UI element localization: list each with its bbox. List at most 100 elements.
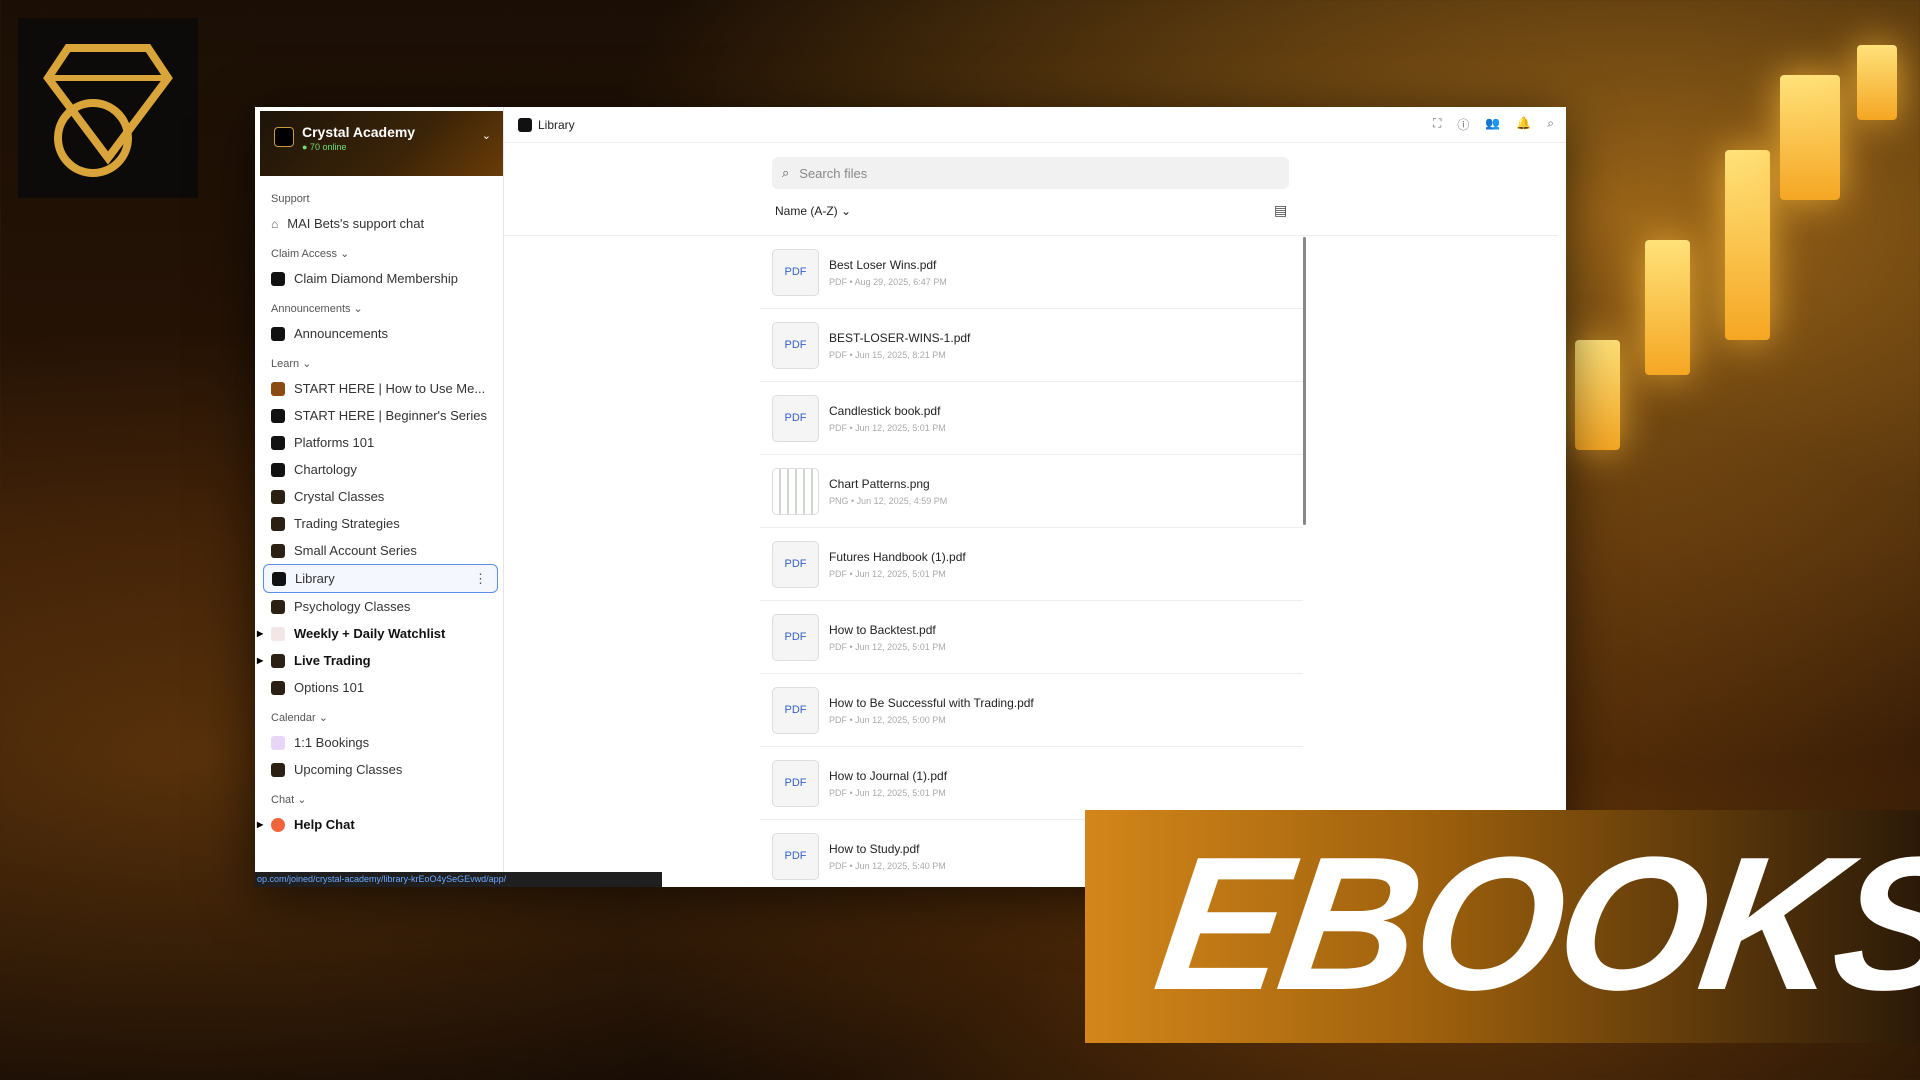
- diamond-icon: [271, 271, 285, 286]
- file-row[interactable]: PDF How to Backtest.pdf PDF • Jun 12, 2025…: [760, 601, 1303, 674]
- unread-indicator-icon: ▶: [257, 656, 264, 665]
- library-icon: [272, 571, 286, 586]
- sidebar-item-platforms-101[interactable]: Platforms 101: [255, 429, 503, 456]
- crystal-icon: [271, 680, 285, 695]
- sidebar-item-label: Weekly + Daily Watchlist: [294, 626, 446, 641]
- sidebar-item-watchlist[interactable]: ▶ Weekly + Daily Watchlist: [255, 620, 503, 647]
- candle-decoration: [1575, 340, 1620, 450]
- file-name: How to Be Successful with Trading.pdf: [829, 695, 1034, 710]
- scrollbar[interactable]: [1303, 237, 1306, 525]
- file-row[interactable]: PDF Best Loser Wins.pdf PDF • Aug 29, 2025…: [760, 236, 1303, 309]
- section-claim-access[interactable]: Claim Access ⌄: [255, 243, 503, 265]
- sidebar-item-chartology[interactable]: Chartology: [255, 456, 503, 483]
- sidebar-item-claim-diamond[interactable]: Claim Diamond Membership: [255, 265, 503, 292]
- sidebar-item-upcoming-classes[interactable]: Upcoming Classes: [255, 756, 503, 783]
- file-meta: PDF • Jun 12, 2025, 5:01 PM: [829, 568, 946, 579]
- file-row[interactable]: PDF How to Be Successful with Trading.pdf…: [760, 674, 1303, 747]
- crystal-icon: [271, 516, 285, 531]
- file-meta: PDF • Jun 12, 2025, 5:01 PM: [829, 641, 946, 652]
- section-calendar[interactable]: Calendar ⌄: [255, 707, 503, 729]
- search-placeholder: Search files: [799, 165, 868, 181]
- sidebar-item-help-chat[interactable]: ▶ Help Chat: [255, 811, 503, 838]
- server-header[interactable]: Crystal Academy ● 70 online ⌄: [260, 111, 503, 176]
- calendar-icon: [271, 735, 285, 750]
- file-name: Futures Handbook (1).pdf: [829, 549, 966, 564]
- home-icon: ⌂: [271, 216, 279, 231]
- members-icon[interactable]: 👥: [1485, 116, 1500, 133]
- file-list: PDF Best Loser Wins.pdf PDF • Aug 29, 2025…: [760, 236, 1303, 887]
- more-options-icon[interactable]: ⋮: [474, 571, 487, 587]
- library-icon: [518, 117, 532, 132]
- search-icon: ⌕: [782, 165, 790, 180]
- file-row[interactable]: PDF Futures Handbook (1).pdf PDF • Jun 12,…: [760, 528, 1303, 601]
- crystal-academy-logo: [18, 18, 198, 198]
- image-thumbnail: [772, 467, 819, 515]
- sidebar-item-psychology[interactable]: Psychology Classes: [255, 593, 503, 620]
- sidebar-item-label: 1:1 Bookings: [294, 735, 370, 750]
- pdf-file-icon: PDF: [772, 759, 819, 807]
- file-row[interactable]: PDF BEST-LOSER-WINS-1.pdf PDF • Jun 15, 20…: [760, 309, 1303, 382]
- list-view-icon[interactable]: ▤: [1274, 202, 1287, 219]
- fullscreen-icon[interactable]: ⛶: [1433, 116, 1441, 133]
- section-chat[interactable]: Chat ⌄: [255, 789, 503, 811]
- sidebar-item-label: Chartology: [294, 462, 357, 477]
- section-learn[interactable]: Learn ⌄: [255, 353, 503, 375]
- sidebar-item-trading-strategies[interactable]: Trading Strategies: [255, 510, 503, 537]
- crystal-icon: [271, 653, 285, 668]
- sidebar-item-live-trading[interactable]: ▶ Live Trading: [255, 647, 503, 674]
- sidebar-item-label: START HERE | How to Use Me...: [294, 381, 486, 396]
- banner-title: EBOOKS: [1145, 818, 1920, 1030]
- chevron-down-icon[interactable]: ⌄: [482, 129, 491, 142]
- file-row[interactable]: PDF Candlestick book.pdf PDF • Jun 12, 202…: [760, 382, 1303, 455]
- main-content: Library ⛶ ⓘ 👥 🔔 ⌕ ⌕ Search files Name (A…: [504, 107, 1566, 887]
- sidebar-item-label: Claim Diamond Membership: [294, 271, 458, 286]
- sidebar-item-bookings[interactable]: 1:1 Bookings: [255, 729, 503, 756]
- sidebar-item-label: Options 101: [294, 680, 365, 695]
- file-meta: PDF • Jun 12, 2025, 5:00 PM: [829, 714, 946, 725]
- file-name: How to Journal (1).pdf: [829, 768, 948, 783]
- sidebar-item-announcements[interactable]: Announcements: [255, 320, 503, 347]
- file-row[interactable]: Chart Patterns.png PNG • Jun 12, 2025, 4:…: [760, 455, 1303, 528]
- section-announcements[interactable]: Announcements ⌄: [255, 298, 503, 320]
- app-window: Crystal Academy ● 70 online ⌄ Support ⌂ M…: [255, 107, 1566, 887]
- pdf-file-icon: PDF: [772, 321, 819, 369]
- pdf-file-icon: PDF: [772, 832, 819, 880]
- course-icon: [271, 408, 285, 423]
- sidebar-item-start-here-beginner[interactable]: START HERE | Beginner's Series: [255, 402, 503, 429]
- course-icon: [271, 381, 285, 396]
- file-name: Candlestick book.pdf: [829, 403, 941, 418]
- sidebar-item-crystal-classes[interactable]: Crystal Classes: [255, 483, 503, 510]
- file-name: How to Backtest.pdf: [829, 622, 936, 637]
- sidebar-item-label: Crystal Classes: [294, 489, 385, 504]
- candle-decoration: [1780, 75, 1840, 200]
- sidebar-item-label: Help Chat: [294, 817, 355, 832]
- info-icon[interactable]: ⓘ: [1457, 116, 1469, 133]
- search-icon[interactable]: ⌕: [1547, 116, 1554, 133]
- course-icon: [271, 462, 285, 477]
- sidebar-item-small-account[interactable]: Small Account Series: [255, 537, 503, 564]
- candle-decoration: [1645, 240, 1690, 375]
- file-meta: PNG • Jun 12, 2025, 4:59 PM: [829, 495, 948, 506]
- crystal-icon: [271, 762, 285, 777]
- sidebar-item-label: Trading Strategies: [294, 516, 400, 531]
- sort-dropdown[interactable]: Name (A-Z) ⌄: [775, 204, 851, 218]
- sidebar-item-support-chat[interactable]: ⌂ MAI Bets's support chat: [255, 210, 503, 237]
- sidebar-item-options-101[interactable]: Options 101: [255, 674, 503, 701]
- pdf-file-icon: PDF: [772, 248, 819, 296]
- sidebar-item-start-here-how[interactable]: START HERE | How to Use Me...: [255, 375, 503, 402]
- file-name: How to Study.pdf: [829, 841, 920, 856]
- bell-icon[interactable]: 🔔: [1516, 116, 1531, 133]
- search-files-input[interactable]: ⌕ Search files: [772, 157, 1289, 189]
- section-support[interactable]: Support: [255, 188, 503, 210]
- pdf-file-icon: PDF: [772, 686, 819, 734]
- crystal-icon: [271, 489, 285, 504]
- sidebar-item-library[interactable]: Library ⋮: [263, 564, 498, 593]
- file-meta: PDF • Jun 12, 2025, 5:40 PM: [829, 860, 946, 871]
- file-name: Chart Patterns.png: [829, 476, 930, 491]
- server-icon: [274, 127, 294, 147]
- page-title: Library: [538, 117, 575, 132]
- unread-indicator-icon: ▶: [257, 820, 264, 829]
- file-meta: PDF • Jun 15, 2025, 8:21 PM: [829, 349, 946, 360]
- sidebar-item-label: Upcoming Classes: [294, 762, 403, 777]
- file-name: Best Loser Wins.pdf: [829, 257, 937, 272]
